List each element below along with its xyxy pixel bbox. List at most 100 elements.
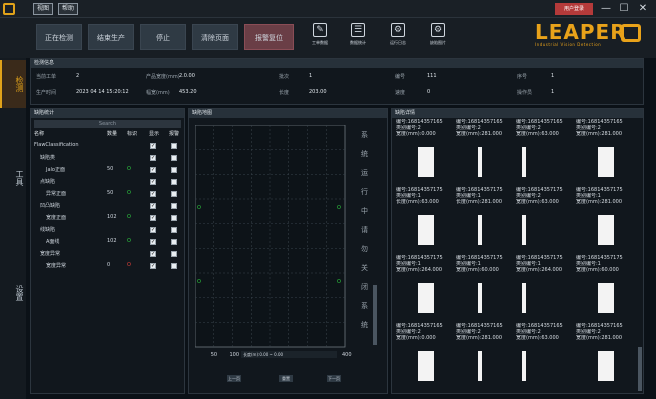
table-row[interactable]: 宽度异常 0 O ✓	[31, 262, 186, 272]
alarm-checkbox[interactable]	[171, 239, 177, 245]
map-next-button[interactable]: 下一页	[327, 375, 341, 382]
stats-button[interactable]: ☰ 数据统计	[340, 20, 376, 56]
map-marker-right-2[interactable]: O	[337, 279, 341, 285]
map-marker-right-1[interactable]: O	[337, 205, 341, 211]
app-logo-icon	[3, 3, 15, 15]
stop-button[interactable]: 停止	[140, 24, 186, 50]
alarm-checkbox[interactable]	[171, 227, 177, 233]
alarm-checkbox[interactable]	[171, 191, 177, 197]
map-side-label: 系	[361, 301, 368, 310]
show-checkbox[interactable]: ✓	[150, 203, 156, 209]
stats-search-input[interactable]: Search	[34, 120, 181, 128]
alarm-checkbox[interactable]	[171, 203, 177, 209]
defect-info-line: 宽度(mm):60.000	[456, 267, 499, 273]
map-prev-button[interactable]: 上一页	[227, 375, 241, 382]
sidebar-tab-settings[interactable]: 设置	[2, 263, 24, 323]
alarm-reset-button[interactable]: 报警复位	[244, 24, 294, 50]
table-row[interactable]: 凹凸缺陷 ✓	[31, 202, 186, 212]
map-length-readout: 长度(m):0.00 ~ 0.00	[241, 351, 337, 358]
map-side-label: 勿	[361, 244, 368, 253]
info-key: 批次	[279, 74, 290, 80]
gallery-grid: 编号:16814357165 类别编号:2 宽度(mm):0.000 编号:16814…	[396, 119, 636, 393]
show-checkbox[interactable]: ✓	[150, 191, 156, 197]
defect-thumbnail[interactable]: 编号:16814357175 类别编号:1 长度(mm):63.000	[396, 187, 456, 255]
defect-thumbnail[interactable]: 编号:16814357165 类别编号:2 宽度(mm):63.000	[516, 119, 576, 187]
defect-thumbnail[interactable]: 编号:16814357165 类别编号:2 宽度(mm):281.000	[576, 323, 636, 391]
log-button[interactable]: ⚙ 运行日志	[380, 20, 416, 56]
stats-row-flag: O	[127, 262, 131, 268]
defect-image-button[interactable]: ⚙ 缺陷图片	[420, 20, 456, 56]
show-checkbox[interactable]: ✓	[150, 239, 156, 245]
defect-image	[522, 147, 526, 177]
table-row[interactable]: 异常正面 50 O ✓	[31, 190, 186, 200]
stats-row-flag: O	[127, 238, 131, 244]
info-key: 生产时间	[36, 90, 57, 96]
table-row[interactable]: A面线 102 O ✓	[31, 238, 186, 248]
defect-thumbnail[interactable]: 编号:16814357165 类别编号:2 宽度(mm):281.000	[456, 323, 516, 391]
start-detect-button[interactable]: 正在检测	[36, 24, 82, 50]
defect-thumbnail[interactable]: 编号:16814357175 类别编号:1 宽度(mm):60.000	[576, 255, 636, 323]
end-production-button[interactable]: 结束生产	[88, 24, 134, 50]
defect-thumbnail[interactable]: 编号:16814357165 类别编号:2 宽度(mm):281.000	[576, 119, 636, 187]
show-checkbox[interactable]: ✓	[150, 215, 156, 221]
defect-thumbnail[interactable]: 编号:16814357165 类别编号:2 宽度(mm):0.000	[396, 323, 456, 391]
defect-thumbnail[interactable]: 编号:16814357175 类别编号:1 宽度(mm):264.000	[516, 255, 576, 323]
defect-thumbnail[interactable]: 编号:16814357175 类别编号:1 长度(mm):281.000	[456, 187, 516, 255]
table-row[interactable]: 线缺陷 ✓	[31, 226, 186, 236]
user-login-button[interactable]: 用户登录	[555, 3, 593, 15]
sidebar-tab-detect[interactable]: 检测	[2, 64, 24, 104]
minimize-icon[interactable]: —	[596, 1, 616, 17]
info-panel: 检测信息 当前工单 2 产品宽度(mm) 2.0.00 批次 1 编号 111 序号 1 生产时间 2…	[30, 58, 644, 105]
table-row[interactable]: 宽度正面 102 O ✓	[31, 214, 186, 224]
alarm-checkbox[interactable]	[171, 215, 177, 221]
stats-row-name: 异常正面	[46, 191, 67, 197]
sidebar-tab-tools[interactable]: 工具	[2, 148, 24, 208]
menu-help[interactable]: 帮助	[58, 3, 78, 15]
map-marker-left-2[interactable]: O	[197, 279, 201, 285]
alarm-checkbox[interactable]	[171, 143, 177, 149]
maximize-icon[interactable]: ☐	[614, 1, 634, 17]
defect-thumbnail[interactable]: 编号:16814357175 类别编号:1 宽度(mm):264.000	[396, 255, 456, 323]
map-scrollbar[interactable]	[373, 285, 377, 345]
defect-thumbnail[interactable]: 编号:16814357165 类别编号:2 宽度(mm):0.000	[396, 119, 456, 187]
defect-info-line: 宽度(mm):281.000	[576, 199, 623, 205]
gallery-scrollbar[interactable]	[638, 347, 642, 391]
work-order-button[interactable]: ✎ 工单数据	[302, 20, 338, 56]
alarm-checkbox[interactable]	[171, 167, 177, 173]
alarm-checkbox[interactable]	[171, 263, 177, 269]
defect-map-canvas[interactable]: 050100150200250300350400 系统运行中请勿关闭系统 O O…	[195, 125, 383, 375]
table-row[interactable]: 宽度异常 ✓	[31, 250, 186, 260]
show-checkbox[interactable]: ✓	[150, 155, 156, 161]
table-row[interactable]: FlawClassification ✓	[31, 142, 186, 152]
defect-thumbnail[interactable]: 编号:16814357175 类别编号:2 宽度(mm):63.000	[516, 187, 576, 255]
show-checkbox[interactable]: ✓	[150, 143, 156, 149]
defect-thumbnail[interactable]: 编号:16814357175 类别编号:1 宽度(mm):60.000	[456, 255, 516, 323]
show-checkbox[interactable]: ✓	[150, 167, 156, 173]
defect-thumbnail[interactable]: 编号:16814357165 类别编号:2 宽度(mm):281.000	[456, 119, 516, 187]
stats-row-name: 宽度正面	[46, 215, 67, 221]
menu-view[interactable]: 视图	[33, 3, 53, 15]
show-checkbox[interactable]: ✓	[150, 251, 156, 257]
table-row[interactable]: 缺陷类 ✓	[31, 154, 186, 164]
map-side-label: 闭	[361, 283, 368, 291]
alarm-checkbox[interactable]	[171, 155, 177, 161]
clear-page-button[interactable]: 清除页面	[192, 24, 238, 50]
map-reset-button[interactable]: 重置	[279, 375, 293, 382]
alarm-checkbox[interactable]	[171, 179, 177, 185]
table-row[interactable]: Jalo正面 50 O ✓	[31, 166, 186, 176]
map-marker-left-1[interactable]: O	[197, 205, 201, 211]
defect-thumbnail[interactable]: 编号:16814357175 类别编号:1 宽度(mm):281.000	[576, 187, 636, 255]
stats-col-header: 名称	[34, 131, 45, 137]
work-order-label: 工单数据	[312, 40, 328, 45]
defect-image	[522, 283, 526, 313]
close-icon[interactable]: ✕	[633, 1, 653, 17]
info-value: 2.0.00	[179, 73, 195, 79]
defect-thumbnail[interactable]: 编号:16814357165 类别编号:2 宽度(mm):63.000	[516, 323, 576, 391]
show-checkbox[interactable]: ✓	[150, 263, 156, 269]
table-row[interactable]: 点缺陷 ✓	[31, 178, 186, 188]
alarm-checkbox[interactable]	[171, 251, 177, 257]
info-panel-title: 检测信息	[31, 59, 643, 68]
show-checkbox[interactable]: ✓	[150, 179, 156, 185]
defect-image	[478, 351, 482, 381]
show-checkbox[interactable]: ✓	[150, 227, 156, 233]
